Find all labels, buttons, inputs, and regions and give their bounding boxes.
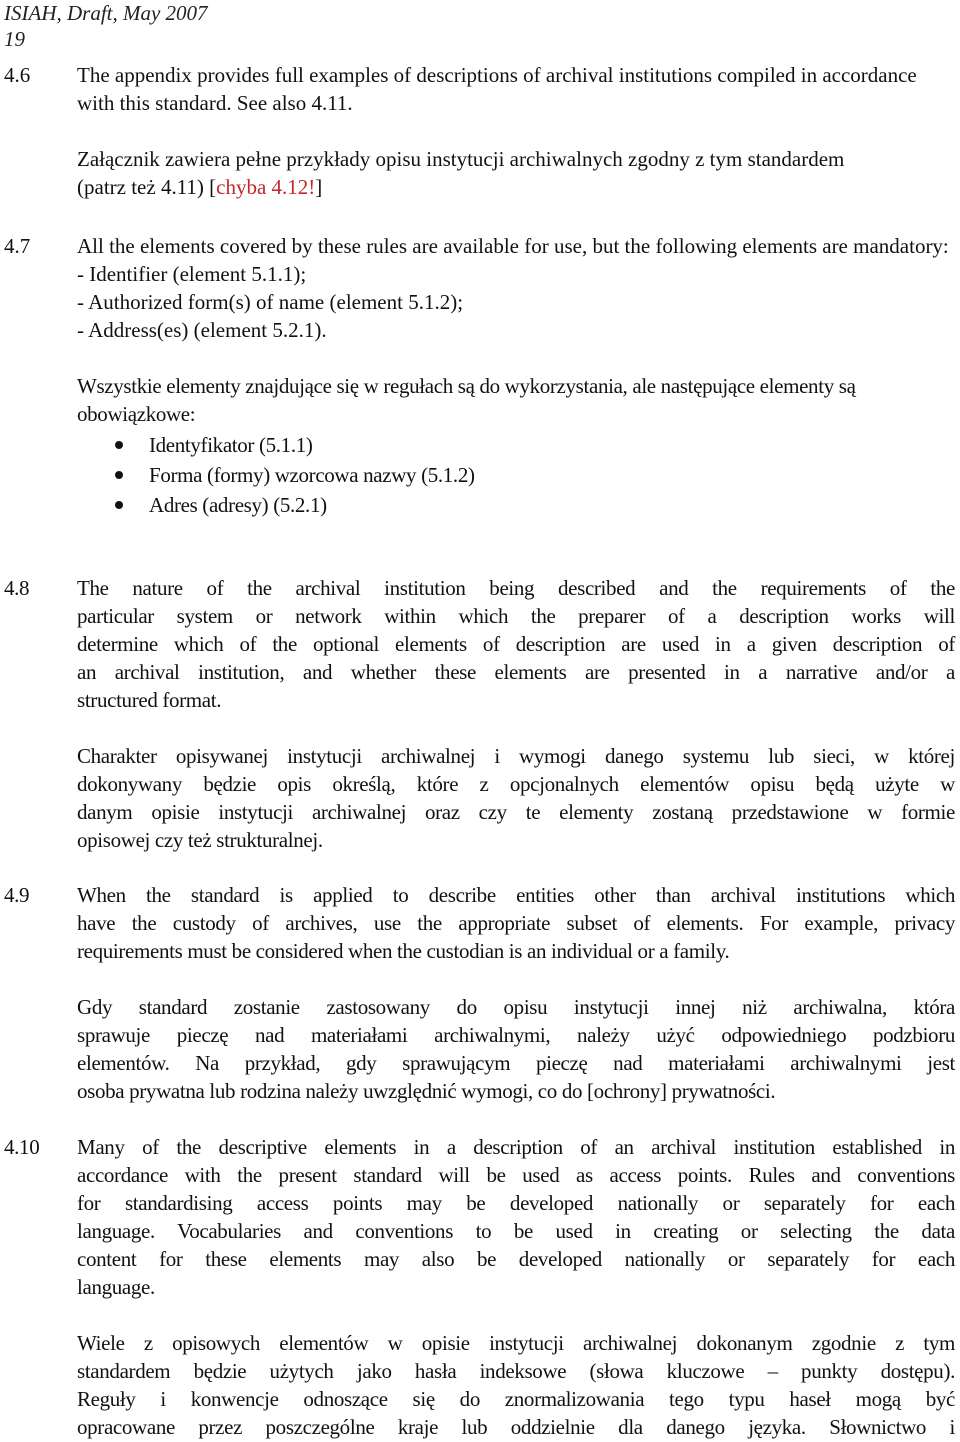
section-number: 4.10: [4, 1135, 40, 1159]
section-number: 4.7: [4, 234, 31, 258]
list-item: Adres (adresy) (5.2.1): [77, 490, 955, 520]
list-item: - Address(es) (element 5.2.1).: [77, 318, 327, 342]
text-line: language. Vocabularies and conventions t…: [77, 1219, 955, 1243]
paragraph-en: Many of the descriptive elements in a de…: [77, 1133, 955, 1301]
text-line: danym opisie instytucji archiwalnej oraz…: [77, 800, 955, 824]
bullet-icon: [115, 441, 123, 449]
text-line: have the custody of archives, use the ap…: [77, 911, 955, 935]
list-item-text: Identyfikator (5.1.1): [149, 433, 313, 457]
list-item-text: Adres (adresy) (5.2.1): [149, 493, 327, 517]
paragraph-pl-text: Załącznik zawiera pełne przykłady opisu …: [77, 147, 845, 199]
text-line: Many of the descriptive elements in a de…: [77, 1135, 955, 1159]
page-header: ISIAH, Draft, May 2007 19: [4, 0, 208, 52]
text-line: When the standard is applied to describe…: [77, 883, 955, 907]
text-line: The nature of the archival institution b…: [77, 576, 955, 600]
section-body: Many of the descriptive elements in a de…: [77, 1133, 955, 1441]
text-line: structured format.: [77, 688, 222, 712]
text-line: Wiele z opisowych elementów w opisie ins…: [77, 1331, 955, 1355]
section-number: 4.6: [4, 63, 31, 87]
text-line: determine which of the optional elements…: [77, 632, 955, 656]
paragraph-en: When the standard is applied to describe…: [77, 881, 955, 965]
section-number: 4.9: [4, 883, 30, 907]
section-body: When the standard is applied to describe…: [77, 881, 955, 1105]
text-line: Gdy standard zostanie zastosowany do opi…: [77, 995, 955, 1019]
text-line: standardem będzie użytych jako hasła ind…: [77, 1359, 955, 1383]
paragraph-pl: Wiele z opisowych elementów w opisie ins…: [77, 1329, 955, 1441]
text-line: dokonywany będzie opis określą, które z …: [77, 772, 955, 796]
list-item: Identyfikator (5.1.1): [77, 430, 955, 460]
text-line: content for these elements may also be d…: [77, 1247, 955, 1271]
text-line: opisowej czy też strukturalnej.: [77, 828, 323, 852]
section-number: 4.8: [4, 576, 30, 600]
bullet-icon: [115, 501, 123, 509]
list-item: - Identifier (element 5.1.1);: [77, 262, 307, 286]
paragraph-en: All the elements covered by these rules …: [77, 234, 949, 258]
bracket-close: ]: [315, 175, 323, 199]
paragraph-pl: Wszystkie elementy znajdujące się w regu…: [77, 374, 856, 426]
text-line: requirements must be considered when the…: [77, 939, 730, 963]
editor-comment: chyba 4.12!: [216, 175, 316, 199]
text-line: for standardising access points may be d…: [77, 1191, 955, 1215]
list-item-text: Forma (formy) wzorcowa nazwy (5.1.2): [149, 463, 475, 487]
text-line: an archival institution, and whether the…: [77, 660, 955, 684]
section-body: The appendix provides full examples of d…: [77, 61, 955, 201]
list-item: - Authorized form(s) of name (element 5.…: [77, 290, 464, 314]
paragraph-en: The nature of the archival institution b…: [77, 574, 955, 714]
mandatory-list-en: - Identifier (element 5.1.1); - Authoriz…: [77, 260, 955, 344]
text-line: accordance with the present standard wil…: [77, 1163, 955, 1187]
paragraph-pl: Charakter opisywanej instytucji archiwal…: [77, 742, 955, 854]
bullet-icon: [115, 471, 123, 479]
text-line: elementów. Na przykład, gdy sprawującym …: [77, 1051, 955, 1075]
text-line: language.: [77, 1275, 155, 1299]
section-body: All the elements covered by these rules …: [77, 232, 955, 520]
page-number: 19: [4, 27, 25, 51]
list-item: Forma (formy) wzorcowa nazwy (5.1.2): [77, 460, 955, 490]
mandatory-list-pl: Identyfikator (5.1.1) Forma (formy) wzor…: [77, 430, 955, 520]
text-line: sprawuje pieczę nad materiałami archiwal…: [77, 1023, 955, 1047]
paragraph-pl: Gdy standard zostanie zastosowany do opi…: [77, 993, 955, 1105]
text-line: opracowane przez poszczególne kraje lub …: [77, 1415, 955, 1439]
section-body: The nature of the archival institution b…: [77, 574, 955, 854]
text-line: osoba prywatna lub rodzina należy uwzglę…: [77, 1079, 776, 1103]
document-title: ISIAH, Draft, May 2007: [4, 1, 208, 25]
text-line: particular system or network within whic…: [77, 604, 955, 628]
paragraph-pl: Załącznik zawiera pełne przykłady opisu …: [77, 145, 877, 201]
paragraph-en: The appendix provides full examples of d…: [77, 63, 917, 115]
text-line: Charakter opisywanej instytucji archiwal…: [77, 744, 955, 768]
text-line: Reguły i konwencje odnoszące się do znor…: [77, 1387, 955, 1411]
